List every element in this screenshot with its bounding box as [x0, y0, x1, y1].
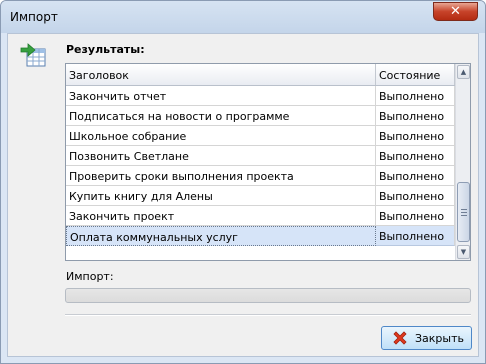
- cell-status: Выполнено: [376, 226, 455, 246]
- table-row[interactable]: Проверить сроки выполнения проекта Выпол…: [66, 166, 455, 186]
- results-grid[interactable]: Заголовок Состояние Закончить отчет Выпо…: [65, 63, 471, 261]
- window-title: Импорт: [10, 10, 58, 24]
- results-label: Результаты:: [66, 43, 145, 56]
- cell-status: Выполнено: [376, 186, 455, 206]
- cell-status: Выполнено: [376, 86, 455, 106]
- divider: [65, 314, 471, 316]
- scroll-up-button[interactable]: ▲: [457, 65, 470, 79]
- cell-status: Выполнено: [376, 106, 455, 126]
- dialog-body: Результаты: Заголовок Состояние Закончит…: [7, 33, 479, 357]
- table-row[interactable]: Школьное собрание Выполнено: [66, 126, 455, 146]
- table-row-selected[interactable]: Оплата коммунальных услуг Выполнено: [66, 226, 455, 246]
- column-header-title[interactable]: Заголовок: [66, 64, 376, 85]
- table-row[interactable]: Купить книгу для Алены Выполнено: [66, 186, 455, 206]
- cell-title: Закончить проект: [66, 206, 376, 226]
- column-header-status[interactable]: Состояние: [376, 64, 455, 85]
- close-icon: ✕: [450, 4, 461, 19]
- close-button[interactable]: Закрыть: [381, 326, 472, 350]
- cell-title: Купить книгу для Алены: [66, 186, 376, 206]
- cell-status: Выполнено: [376, 126, 455, 146]
- window-close-button[interactable]: ✕: [433, 2, 478, 21]
- cell-status: Выполнено: [376, 166, 455, 186]
- cell-status: Выполнено: [376, 146, 455, 166]
- cell-title: Позвонить Светлане: [66, 146, 376, 166]
- cell-title: Школьное собрание: [66, 126, 376, 146]
- cell-title: Оплата коммунальных услуг: [66, 226, 376, 246]
- vertical-scrollbar[interactable]: ▲ ▼: [455, 64, 470, 260]
- close-button-label: Закрыть: [415, 331, 464, 345]
- title-bar[interactable]: Импорт ✕: [1, 1, 485, 33]
- grid-header: Заголовок Состояние: [66, 64, 455, 86]
- import-label: Импорт:: [66, 270, 114, 283]
- scroll-down-button[interactable]: ▼: [457, 245, 470, 259]
- import-dialog: Импорт ✕ Результаты: Заголовок Состояние…: [0, 0, 486, 364]
- import-progress-bar: [65, 288, 471, 303]
- table-row[interactable]: Позвонить Светлане Выполнено: [66, 146, 455, 166]
- cell-title: Подписаться на новости о программе: [66, 106, 376, 126]
- import-table-icon: [20, 43, 46, 67]
- chevron-down-icon: ▼: [460, 248, 467, 256]
- table-row[interactable]: Подписаться на новости о программе Выпол…: [66, 106, 455, 126]
- cell-title: Закончить отчет: [66, 86, 376, 106]
- cell-status: Выполнено: [376, 206, 455, 226]
- table-row[interactable]: Закончить проект Выполнено: [66, 206, 455, 226]
- cell-title: Проверить сроки выполнения проекта: [66, 166, 376, 186]
- red-x-icon: [393, 331, 407, 345]
- table-row[interactable]: Закончить отчет Выполнено: [66, 86, 455, 106]
- chevron-up-icon: ▲: [460, 68, 467, 76]
- grip-icon: [460, 208, 467, 216]
- scrollbar-thumb[interactable]: [457, 182, 470, 242]
